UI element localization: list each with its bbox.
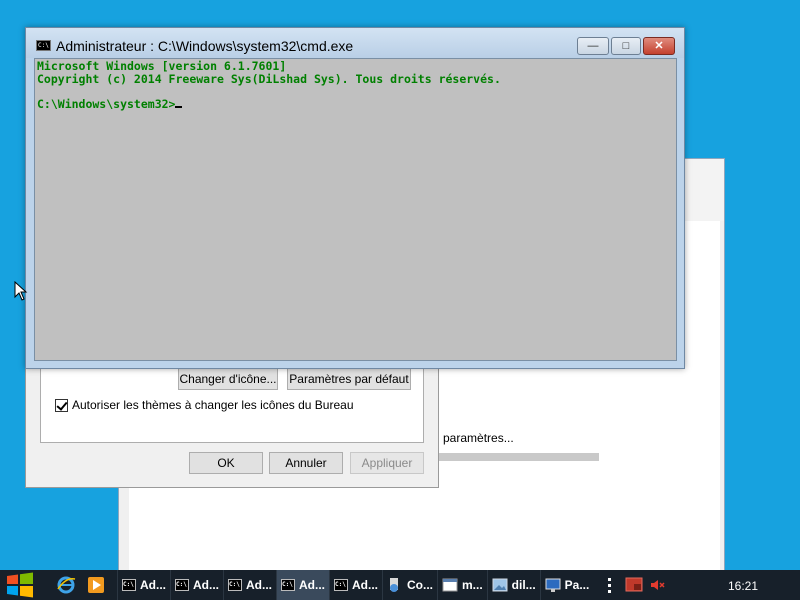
background-status-text: paramètres... bbox=[443, 431, 514, 445]
maximize-button[interactable]: □ bbox=[611, 37, 641, 55]
mouse-pointer-icon bbox=[14, 281, 28, 301]
allow-themes-checkbox[interactable] bbox=[55, 398, 68, 412]
image-icon bbox=[492, 578, 508, 592]
taskbar-item-label: Ad... bbox=[299, 578, 325, 592]
default-settings-button[interactable]: Paramètres par défaut bbox=[287, 368, 411, 390]
console-output[interactable]: Microsoft Windows [version 6.1.7601] Copy… bbox=[34, 58, 677, 361]
console-prompt-line[interactable]: C:\Windows\system32> bbox=[37, 96, 674, 111]
taskbar-item-cmd-2[interactable]: C:\ Ad... bbox=[170, 570, 223, 600]
media-player-icon[interactable] bbox=[85, 574, 107, 596]
taskbar-item-monitor[interactable]: Pa... bbox=[539, 570, 594, 600]
taskbar-item-label: m... bbox=[462, 578, 483, 592]
taskbar-item-label: Ad... bbox=[140, 578, 166, 592]
taskbar-item-label: Ad... bbox=[193, 578, 219, 592]
text-cursor bbox=[175, 105, 183, 108]
taskbar-item-image[interactable]: dil... bbox=[486, 570, 540, 600]
apply-button[interactable]: Appliquer bbox=[350, 452, 424, 474]
notification-tray-icon[interactable] bbox=[625, 577, 643, 593]
console-prompt: C:\Windows\system32> bbox=[37, 96, 176, 111]
cmd-window[interactable]: C:\ Administrateur : C:\Windows\system32… bbox=[25, 27, 685, 369]
overflow-menu-icon[interactable] bbox=[601, 570, 617, 600]
console-line-copyright: Copyright (c) 2014 Freeware Sys(DiLshad … bbox=[37, 71, 501, 86]
change-icon-button[interactable]: Changer d'icône... bbox=[178, 368, 278, 390]
taskbar: C:\ Ad... C:\ Ad... C:\ Ad... C:\ Ad... C:\ A… bbox=[0, 570, 800, 600]
taskbar-item-label: Ad... bbox=[246, 578, 272, 592]
monitor-icon bbox=[545, 578, 561, 592]
volume-muted-icon[interactable] bbox=[649, 577, 665, 593]
cmd-icon: C:\ bbox=[122, 579, 136, 591]
cmd-icon: C:\ bbox=[281, 579, 295, 591]
taskbar-item-cmd-3[interactable]: C:\ Ad... bbox=[223, 570, 276, 600]
control-panel-icon bbox=[390, 578, 398, 592]
cmd-titlebar[interactable]: C:\ Administrateur : C:\Windows\system32… bbox=[26, 28, 684, 58]
window-icon bbox=[442, 578, 458, 592]
cmd-icon: C:\ bbox=[175, 579, 189, 591]
start-button[interactable] bbox=[0, 570, 40, 600]
cancel-button[interactable]: Annuler bbox=[269, 452, 343, 474]
taskbar-item-cmd-1[interactable]: C:\ Ad... bbox=[117, 570, 170, 600]
taskbar-item-cmd-4[interactable]: C:\ Ad... bbox=[276, 570, 329, 600]
minimize-button[interactable]: — bbox=[577, 37, 609, 55]
clock[interactable]: 16:21 bbox=[728, 579, 758, 593]
cmd-window-title: Administrateur : C:\Windows\system32\cmd… bbox=[56, 38, 354, 54]
cmd-icon: C:\ bbox=[228, 579, 242, 591]
internet-explorer-icon[interactable] bbox=[55, 574, 77, 596]
ok-button[interactable]: OK bbox=[189, 452, 263, 474]
background-progress-bar bbox=[439, 453, 599, 461]
allow-themes-label: Autoriser les thèmes à changer les icône… bbox=[72, 398, 354, 412]
taskbar-item-cmd-5[interactable]: C:\ Ad... bbox=[329, 570, 382, 600]
close-button[interactable]: ✕ bbox=[643, 37, 675, 55]
cmd-app-icon[interactable]: C:\ bbox=[36, 40, 51, 51]
windows-logo-icon bbox=[7, 572, 33, 598]
taskbar-item-label: Co... bbox=[407, 578, 433, 592]
taskbar-item-label: dil... bbox=[511, 578, 536, 592]
taskbar-item-label: Pa... bbox=[564, 578, 590, 592]
allow-themes-row[interactable]: Autoriser les thèmes à changer les icône… bbox=[55, 398, 354, 412]
console-line-version: Microsoft Windows [version 6.1.7601] bbox=[37, 59, 287, 73]
taskbar-item-window[interactable]: m... bbox=[437, 570, 487, 600]
taskbar-item-control-panel[interactable]: Co... bbox=[382, 570, 437, 600]
taskbar-item-label: Ad... bbox=[352, 578, 378, 592]
cmd-icon: C:\ bbox=[334, 579, 348, 591]
